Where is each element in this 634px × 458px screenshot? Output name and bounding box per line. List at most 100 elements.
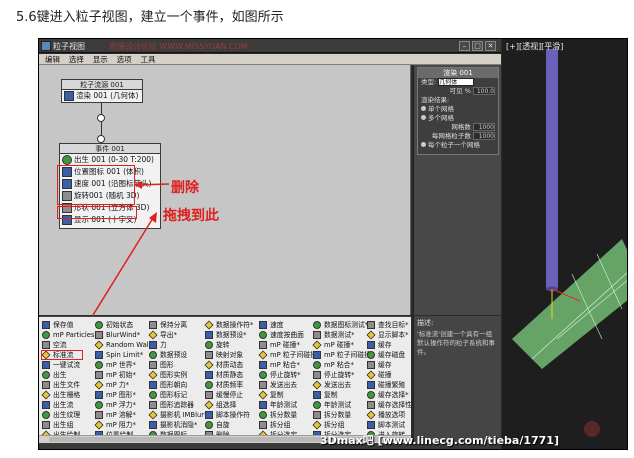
depot-item[interactable]: 材质静态 (205, 370, 253, 380)
depot-item[interactable]: mP 粘合* (259, 360, 320, 370)
depot-item[interactable]: mP 粒子间碰撞* (313, 350, 374, 360)
depot-item[interactable]: 材质频率 (205, 380, 253, 390)
depot-item[interactable]: 图形标记 (149, 390, 207, 400)
depot-item[interactable]: 拆分组 (312, 420, 374, 430)
mesh-count-spinner[interactable]: 1000 (473, 123, 495, 131)
depot-item[interactable]: mP 溶解* (95, 410, 156, 420)
description-panel: 描述: '标准流'创建一个具有一组默认操作符的粒子系统和事件。 (413, 316, 501, 443)
depot-item[interactable]: 显示脚本* (366, 330, 415, 340)
depot-item[interactable]: 材质动态 (204, 360, 253, 370)
close-button[interactable]: ✕ (485, 41, 496, 51)
particle-graph-area[interactable]: 粒子流源 001 渲染 001 (几何体) 事件 001 出生 001 (0-3… (39, 65, 411, 384)
depot-item[interactable]: 脚本测试 (367, 420, 415, 430)
menu-edit[interactable]: 编辑 (45, 54, 60, 65)
depot-item[interactable]: mP 世界* (95, 360, 156, 370)
menu-options[interactable]: 选项 (117, 54, 132, 65)
depot-item[interactable]: 摄影机消隐* (149, 420, 207, 430)
depot-item[interactable]: 图形实例 (148, 370, 207, 380)
depot-item[interactable]: 图形 (149, 360, 207, 370)
depot-item[interactable]: 导出* (148, 330, 207, 340)
depot-item[interactable]: 复制 (258, 390, 320, 400)
viewport-label[interactable]: [+][透视][平滑] (506, 41, 563, 52)
operator-icon (149, 361, 157, 369)
operator-icon (42, 381, 50, 389)
depot-item[interactable]: 停止旋转* (313, 370, 374, 380)
depot-item[interactable]: 复制 (313, 390, 374, 400)
depot-item[interactable]: mP 图形* (95, 390, 156, 400)
depot-item[interactable]: mP 碰撞* (312, 340, 374, 350)
depot-item[interactable]: 缓存 (367, 340, 415, 350)
depot-item[interactable]: 力 (149, 340, 207, 350)
operator-icon (95, 351, 103, 359)
annotation-arrows (50, 181, 170, 384)
depot-item[interactable]: 映射对象 (205, 350, 253, 360)
operator-icon (42, 361, 50, 369)
operator-icon (149, 351, 157, 359)
depot-item[interactable]: BlurWind* (95, 330, 156, 340)
menu-select[interactable]: 选择 (69, 54, 84, 65)
depot-item[interactable]: 数据测试* (313, 330, 374, 340)
depot-item[interactable]: 年龄测试 (313, 400, 374, 410)
render-rollout: 渲染 001 类型: 几何体 可见 % 100.0 渲染结果: 单个网格 多个网… (417, 67, 499, 155)
depot-item[interactable]: 数据预设 (149, 350, 207, 360)
depot-item[interactable]: mP 浮力* (95, 400, 156, 410)
depot-item[interactable]: 缓存磁盘 (367, 350, 415, 360)
depot-item[interactable]: mP 阻力* (94, 420, 156, 430)
per-mesh-spinner[interactable]: 1000 (473, 132, 495, 140)
depot-item[interactable]: mP 初始* (95, 370, 156, 380)
depot-item[interactable]: Spin Limit* (95, 350, 156, 360)
depot-item[interactable]: 发送出去 (259, 380, 320, 390)
depot-item[interactable]: 碰撞繁殖 (367, 380, 415, 390)
depot-item[interactable]: mP 粒子间碰撞* (258, 350, 320, 360)
operator-icon (95, 411, 103, 419)
radio-single-mesh[interactable]: 单个网格 (418, 105, 498, 114)
depot-item[interactable]: 组选择 (204, 400, 253, 410)
depot-item[interactable]: 碰撞 (366, 370, 415, 380)
depot-item[interactable]: 自旋 (205, 420, 253, 430)
type-dropdown[interactable]: 几何体 (438, 78, 475, 86)
maximize-button[interactable]: □ (472, 41, 483, 51)
menu-tools[interactable]: 工具 (141, 54, 156, 65)
depot-item[interactable]: 拆分数量 (313, 410, 374, 420)
depot-item[interactable]: 数据预设* (205, 330, 253, 340)
depot-item[interactable]: 查找目标* (367, 320, 415, 330)
minimize-button[interactable]: – (459, 41, 470, 51)
depot-item[interactable]: 速度按曲面 (259, 330, 320, 340)
depot-item[interactable]: 速度 (259, 320, 320, 330)
depot-item[interactable]: 图形追踪器 (149, 400, 207, 410)
operator-icon (205, 351, 213, 359)
depot-item[interactable]: 停止旋转* (259, 370, 320, 380)
depot-item[interactable]: 缓存选择* (367, 390, 415, 400)
depot-item[interactable]: 拆分数量 (259, 410, 320, 420)
depot-item[interactable]: 旋转 (205, 340, 253, 350)
menu-display[interactable]: 显示 (93, 54, 108, 65)
depot-item[interactable]: mP 碰撞* (259, 340, 320, 350)
depot-item[interactable]: 数据操作符* (204, 320, 253, 330)
footer-watermark: 3Dmax吧 [www.linecg.com/tieba/1771] (320, 434, 559, 447)
depot-item[interactable]: 缓存选择性* (367, 400, 415, 410)
depot-item[interactable]: 数据图标测试* (313, 320, 374, 330)
depot-item[interactable]: mP 粘合* (313, 360, 374, 370)
perspective-viewport[interactable]: [+][透视][平滑] (502, 39, 627, 449)
depot-item[interactable]: 发送出去 (312, 380, 374, 390)
depot-item[interactable]: 图形朝向 (149, 380, 207, 390)
depot-item[interactable]: 脚本操作符 (205, 410, 253, 420)
operator-icon (149, 381, 157, 389)
depot-item[interactable]: 保持分离 (149, 320, 207, 330)
depot-item[interactable]: 拆分组 (259, 420, 320, 430)
depot-item[interactable]: mP 力* (94, 380, 156, 390)
rollout-header[interactable]: 渲染 001 (418, 68, 498, 78)
depot-item[interactable]: Random Walk* (94, 340, 156, 350)
depot-column-7: 查找目标* 显示脚本* 缓存 缓存磁盘 缓存 碰撞 碰撞繁殖 缓存选择* 缓存选择性* 播放选项脚… (366, 320, 415, 449)
particle-column (546, 49, 558, 289)
depot-item[interactable]: 年龄测试 (259, 400, 320, 410)
radio-multi-mesh[interactable]: 多个网格 (418, 114, 498, 123)
depot-item[interactable]: 缓存 (367, 360, 415, 370)
visible-percent-spinner[interactable]: 100.0 (473, 87, 495, 95)
operator-icon (366, 410, 376, 420)
depot-item[interactable]: 播放选项 (366, 410, 415, 420)
depot-item[interactable]: 摄影机 IMBlur* (148, 410, 207, 420)
depot-item[interactable]: 初始状态 (95, 320, 156, 330)
radio-per-particle[interactable]: 每个粒子一个网格 (418, 141, 498, 150)
depot-item[interactable]: 缓慢停止 (205, 390, 253, 400)
